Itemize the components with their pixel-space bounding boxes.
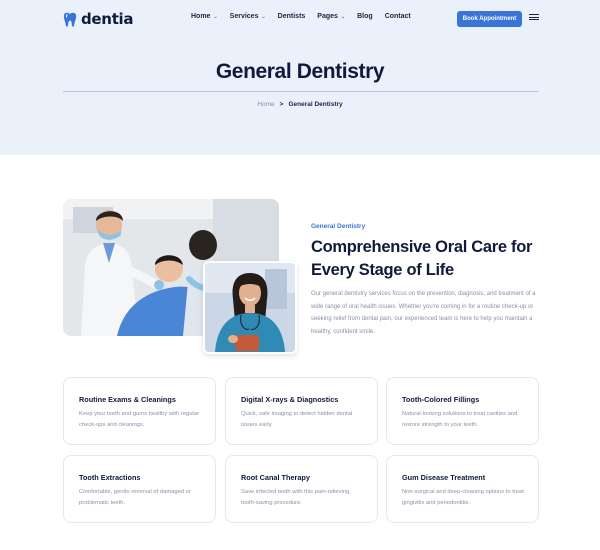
service-card[interactable]: Gum Disease Treatment Non-surgical and d… [386,455,539,523]
top-navigation: dentia Home ⌄ Services ⌄ Dentists Pages … [0,0,600,36]
nav-item-label: Blog [357,13,373,20]
main-menu: Home ⌄ Services ⌄ Dentists Pages ⌄ Blog … [191,13,411,20]
dental-nurse-photo [203,261,297,354]
nav-item-blog[interactable]: Blog [357,13,373,20]
service-card-text: Comfortable, gentle removal of damaged o… [79,489,191,506]
service-card-title: Tooth-Colored Fillings [402,395,480,404]
service-card-title: Tooth Extractions [79,473,141,482]
tooth-icon [63,12,77,27]
service-card[interactable]: Tooth Extractions Comfortable, gentle re… [63,455,216,523]
page-header-hero: dentia Home ⌄ Services ⌄ Dentists Pages … [0,0,600,155]
service-card-text: Save infected teeth with this pain-relie… [241,489,351,506]
section-heading: Comprehensive Oral Care for Every Stage … [311,236,551,282]
nav-item-label: Contact [384,13,411,20]
nav-item-label: Pages [317,13,338,20]
nav-item-label: Dentists [277,13,306,20]
title-divider [63,91,539,92]
hamburger-menu-icon[interactable] [529,14,539,20]
service-card[interactable]: Routine Exams & Cleanings Keep your teet… [63,377,216,445]
breadcrumb-current: General Dentistry [288,101,343,108]
service-card[interactable]: Digital X-rays & Diagnostics Quick, safe… [225,377,378,445]
chevron-down-icon: ⌄ [340,13,346,20]
nav-item-label: Services [229,13,259,20]
nav-item-services[interactable]: Services ⌄ [230,13,266,20]
service-card-title: Gum Disease Treatment [402,473,486,482]
service-card-text: Keep your teeth and gums healthy with re… [79,411,199,428]
nav-item-home[interactable]: Home ⌄ [191,13,218,20]
service-card-text: Natural-looking solutions to treat cavit… [402,411,518,428]
breadcrumb-separator: > [279,101,284,108]
breadcrumb: Home > General Dentistry [0,101,600,108]
section-heading-line2: Every Stage of Life [311,261,454,279]
section-heading-line1: Comprehensive Oral Care for [311,238,533,256]
section-eyebrow: General Dentistry [311,223,366,230]
nav-item-pages[interactable]: Pages ⌄ [317,13,345,20]
book-appointment-button[interactable]: Book Appointment [457,11,522,27]
section-description: Our general dentistry services focus on … [311,291,536,335]
service-card-title: Root Canal Therapy [241,473,310,482]
dental-nurse-illustration [205,263,295,352]
breadcrumb-home-link[interactable]: Home [257,101,274,108]
service-card-title: Routine Exams & Cleanings [79,395,176,404]
chevron-down-icon: ⌄ [213,13,218,20]
nav-item-contact[interactable]: Contact [385,13,411,20]
nav-item-label: Home [191,13,211,20]
page-title: General Dentistry [215,60,385,83]
nav-item-dentists[interactable]: Dentists [278,13,306,20]
brand-logo[interactable]: dentia [63,10,134,28]
chevron-down-icon: ⌄ [261,13,266,20]
service-card-text: Quick, safe imaging to detect hidden den… [241,411,353,428]
service-card-text: Non-surgical and deep-cleaning options t… [402,489,524,506]
service-card[interactable]: Tooth-Colored Fillings Natural-looking s… [386,377,539,445]
service-card[interactable]: Root Canal Therapy Save infected teeth w… [225,455,378,523]
service-card-title: Digital X-rays & Diagnostics [241,395,339,404]
brand-name: dentia [81,10,134,28]
